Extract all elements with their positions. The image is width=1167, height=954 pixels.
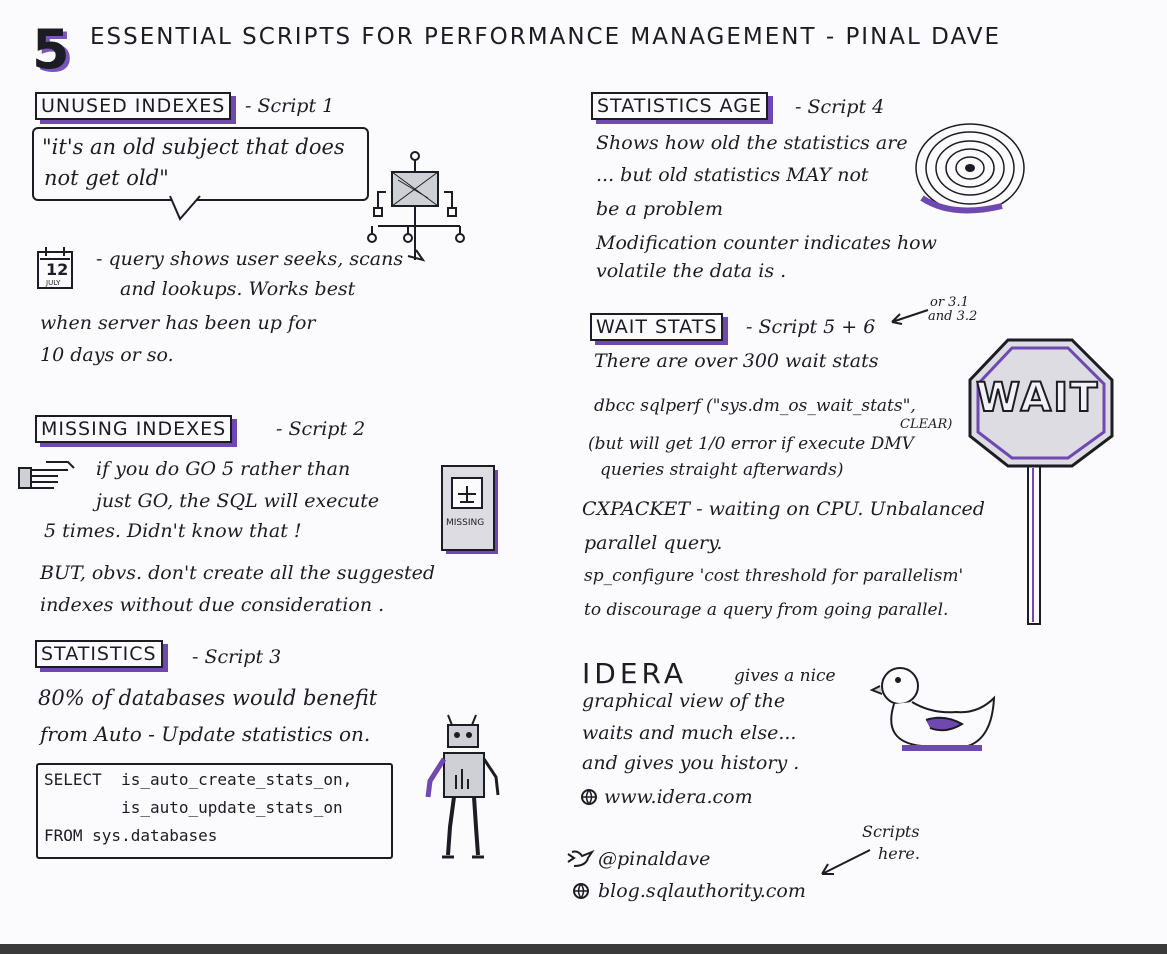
scripts-note-1: Scripts bbox=[862, 822, 920, 841]
script-label-1: - Script 1 bbox=[245, 95, 335, 117]
age-line-1: Shows how old the statistics are bbox=[596, 132, 908, 154]
age-line-5: volatile the data is . bbox=[596, 260, 787, 282]
age-line-2: ... but old statistics MAY not bbox=[596, 164, 869, 186]
scripts-arrow-icon bbox=[821, 849, 871, 875]
twitter-icon bbox=[567, 849, 595, 867]
code-line-2: is_auto_update_stats_on bbox=[44, 798, 343, 817]
duck-icon bbox=[869, 667, 996, 751]
idera-brand: IDERA bbox=[582, 657, 687, 690]
wait-line-5: queries straight afterwards) bbox=[600, 460, 844, 480]
code-line-1: SELECT is_auto_create_stats_on, bbox=[44, 770, 353, 789]
wait-line-2: dbcc sqlperf ("sys.dm_os_wait_stats", bbox=[594, 396, 916, 416]
script-label-5-6: - Script 5 + 6 bbox=[746, 316, 876, 338]
quote-line-1: "it's an old subject that does bbox=[42, 135, 345, 159]
missing-line-3: 5 times. Didn't know that ! bbox=[44, 520, 302, 542]
quote-line-2: not get old" bbox=[44, 166, 169, 190]
code-line-3: FROM sys.databases bbox=[44, 826, 218, 845]
calendar-month: JULY bbox=[46, 279, 61, 287]
globe-icon-2 bbox=[573, 883, 589, 899]
wait-line-1: There are over 300 wait stats bbox=[594, 350, 879, 372]
idera-line-3: waits and much else... bbox=[582, 722, 797, 744]
idera-line-2: graphical view of the bbox=[582, 690, 786, 712]
globe-icon bbox=[581, 789, 597, 805]
heading-wait-stats: WAIT STATS bbox=[590, 313, 724, 341]
wait-aside-2: and 3.2 bbox=[928, 309, 978, 324]
heading-unused-indexes: UNUSED INDEXES bbox=[35, 92, 232, 120]
twitter-handle[interactable]: @pinaldave bbox=[598, 850, 710, 869]
wait-line-4: (but will get 1/0 error if execute DMV bbox=[588, 434, 914, 454]
unused-line-1: - query shows user seeks, scans bbox=[96, 248, 404, 270]
unused-line-2: and lookups. Works best bbox=[120, 278, 356, 300]
age-line-3: be a problem bbox=[596, 198, 723, 220]
wait-sign-text: WAIT bbox=[975, 375, 1100, 421]
script-label-3: - Script 3 bbox=[192, 646, 282, 668]
title-number: 5 bbox=[32, 18, 70, 81]
scripts-note-2: here. bbox=[878, 844, 920, 863]
unused-line-4: 10 days or so. bbox=[40, 344, 174, 366]
missing-line-1: if you do GO 5 rather than bbox=[96, 458, 351, 480]
arrow-icon bbox=[891, 309, 929, 325]
wait-line-3: CLEAR) bbox=[900, 417, 953, 432]
book-label: MISSING bbox=[446, 518, 485, 528]
script-label-4: - Script 4 bbox=[795, 96, 885, 118]
wait-line-8: sp_configure 'cost threshold for paralle… bbox=[584, 566, 964, 586]
age-line-4: Modification counter indicates how bbox=[596, 232, 937, 254]
blog-url[interactable]: blog.sqlauthority.com bbox=[598, 882, 806, 901]
bubble-tail bbox=[169, 195, 201, 221]
missing-line-5: indexes without due consideration . bbox=[40, 594, 385, 616]
window-bottom-edge bbox=[0, 944, 1167, 954]
page-title: ESSENTIAL SCRIPTS FOR PERFORMANCE MANAGE… bbox=[90, 24, 1001, 50]
missing-line-4: BUT, obvs. don't create all the suggeste… bbox=[40, 562, 436, 584]
heading-statistics: STATISTICS bbox=[35, 640, 163, 668]
wait-line-9: to discourage a query from going paralle… bbox=[584, 600, 949, 620]
idera-line-1: gives a nice bbox=[734, 666, 836, 686]
pointing-hand-icon bbox=[18, 461, 75, 489]
wait-line-7: parallel query. bbox=[584, 532, 723, 554]
script-label-2: - Script 2 bbox=[276, 418, 366, 440]
calendar-day: 12 bbox=[46, 260, 69, 279]
statistics-line-1: 80% of databases would benefit bbox=[38, 686, 378, 710]
unused-line-3: when server has been up for bbox=[40, 312, 316, 334]
heading-statistics-age: STATISTICS AGE bbox=[591, 92, 768, 120]
idera-url[interactable]: www.idera.com bbox=[604, 788, 753, 807]
tree-rings-icon bbox=[915, 123, 1025, 214]
missing-line-2: just GO, the SQL will execute bbox=[96, 490, 380, 512]
statistics-line-2: from Auto - Update statistics on. bbox=[40, 722, 371, 746]
wait-line-6: CXPACKET - waiting on CPU. Unbalanced bbox=[582, 498, 985, 520]
heading-missing-indexes: MISSING INDEXES bbox=[35, 415, 233, 443]
idera-line-4: and gives you history . bbox=[582, 752, 800, 774]
robot-icon bbox=[425, 714, 500, 859]
wait-aside-1: or 3.1 bbox=[930, 295, 969, 310]
missing-book-icon bbox=[441, 465, 498, 554]
